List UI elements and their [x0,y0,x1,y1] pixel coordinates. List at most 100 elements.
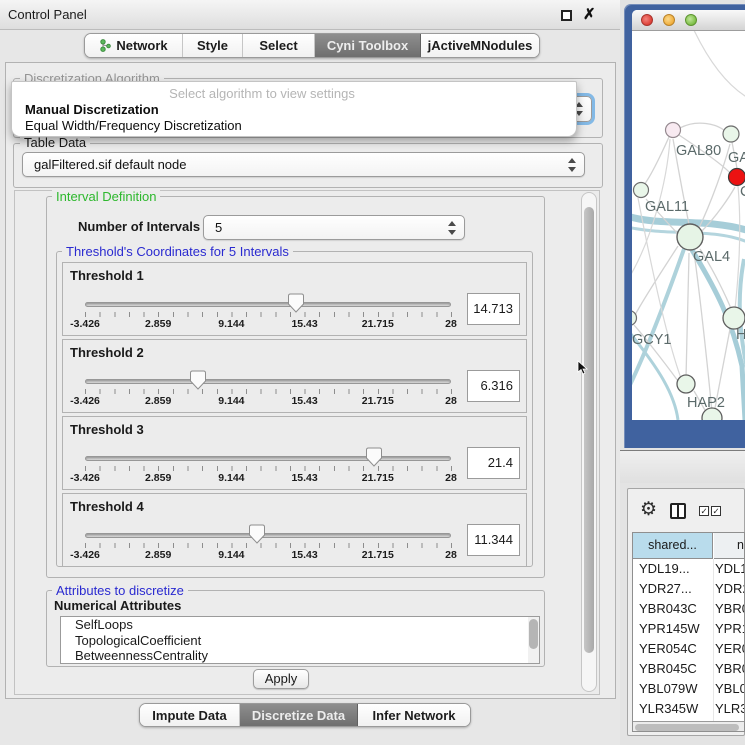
network-node-gal11[interactable] [634,183,649,198]
minimize-traffic-light[interactable] [663,14,675,26]
threshold-3-slider-track[interactable] [85,456,451,461]
tab-impute-data[interactable]: Impute Data [140,704,240,726]
network-canvas[interactable]: GAL80 GA C GAL11 GAL4 GCY1 H HAP2 [632,31,745,420]
threshold-4-slider-track[interactable] [85,533,451,538]
table-row[interactable]: YBL079W YBL0 [633,679,745,699]
cell-name[interactable]: YDR2 [715,579,745,599]
threshold-1-slider-track[interactable] [85,302,451,307]
list-scrollbar[interactable] [528,617,539,663]
cell-shared-name[interactable]: YPR145W [639,619,700,639]
cell-shared-name[interactable]: YBR043C [639,599,697,619]
horizontal-scrollbar-thumb[interactable] [635,724,739,731]
tab-cyni-toolbox[interactable]: Cyni Toolbox [315,34,421,57]
float-window-icon[interactable] [561,10,572,21]
tab-style[interactable]: Style [183,34,243,57]
tab-network[interactable]: Network [85,34,183,57]
scrollbar-thumb[interactable] [584,207,594,653]
checkbox-icon[interactable]: ✓ [711,506,721,516]
threshold-3-slider-thumb[interactable] [366,447,383,467]
number-of-intervals-value: 5 [215,216,222,240]
horizontal-scrollbar[interactable] [633,721,745,732]
cell-name[interactable]: YER0 [715,639,745,659]
threshold-1-value-field[interactable]: 14.713 [467,293,520,325]
node-label-h: H [736,327,745,343]
close-icon[interactable]: ✗ [583,4,596,26]
attribute-list-item[interactable]: TopologicalCoefficient [61,633,539,649]
threshold-3-value-field[interactable]: 21.4 [467,447,520,479]
cell-name[interactable]: YBR0 [715,659,745,679]
threshold-2-slider-thumb[interactable] [190,370,207,390]
cell-shared-name[interactable]: YLR345W [639,699,698,719]
dropdown-option-equal-width-frequency[interactable]: Equal Width/Frequency Discretization [25,118,242,133]
cell-name[interactable]: YPR1 [715,619,745,639]
cell-shared-name[interactable]: YDR27... [639,579,692,599]
panel-title: Control Panel [8,0,87,30]
node-attribute-table: shared... na YDL19... YDL1 YDR27... YDR2… [632,532,745,732]
network-node-gal4[interactable] [677,224,703,250]
table-row[interactable]: YLR345W YLR3 [633,699,745,719]
table-row[interactable]: YDR27... YDR2 [633,579,745,599]
cell-name[interactable]: YLR3 [715,699,745,719]
network-node-right-mid[interactable] [723,307,745,329]
table-row[interactable]: YBR043C YBR0 [633,599,745,619]
threshold-4-value-field[interactable]: 11.344 [467,524,520,556]
table-row[interactable]: YER054C YER0 [633,639,745,659]
zoom-traffic-light[interactable] [685,14,697,26]
tab-discretize-data[interactable]: Discretize Data [240,704,358,726]
network-node-hap2[interactable] [677,375,695,393]
network-window-titlebar[interactable] [632,10,745,31]
network-edge [680,123,725,131]
table-data-combobox[interactable]: galFiltered.sif default node [22,152,585,177]
attribute-list-item[interactable]: BetweennessCentrality [61,648,539,664]
cell-shared-name[interactable]: YBR045C [639,659,697,679]
table-data-value: galFiltered.sif default node [34,153,186,177]
tab-infer-network-label: Infer Network [372,708,455,723]
combo-stepper-icon [447,221,456,235]
column-header-shared-name[interactable]: shared... [633,533,713,559]
node-label-c: C [740,184,745,200]
slider-ticks [85,543,452,548]
tick-label: 21.715 [362,318,394,330]
threshold-2-slider-track[interactable] [85,379,451,384]
threshold-1-slider-thumb[interactable] [288,293,305,313]
network-node-gal80[interactable] [666,123,681,138]
slider-tick-labels: -3.426 2.859 9.144 15.43 21.715 28 [85,318,451,331]
close-traffic-light[interactable] [641,14,653,26]
tick-label: -3.426 [70,318,100,330]
apply-button[interactable]: Apply [253,669,309,689]
attribute-list-item[interactable]: SelfLoops [61,617,539,633]
slider-tick-labels: -3.426 2.859 9.144 15.43 21.715 28 [85,395,451,408]
tab-jactivemnodules-label: jActiveMNodules [428,38,533,53]
network-node-selected-red[interactable] [729,169,745,186]
list-scrollbar-thumb[interactable] [529,619,538,649]
cell-name[interactable]: YBR0 [715,599,745,619]
column-header-name[interactable]: na [714,533,745,559]
number-of-intervals-label: Number of Intervals [78,219,200,234]
settings-gear-icon[interactable]: ⚙ [640,500,657,519]
thresholds-group-title: Threshold's Coordinates for 5 Intervals [62,244,293,259]
vertical-scrollbar[interactable] [581,192,597,692]
numerical-attributes-list[interactable]: SelfLoopsTopologicalCoefficientBetweenne… [60,616,540,664]
table-row[interactable]: YDL19... YDL1 [633,559,745,579]
table-row[interactable]: YBR045C YBR0 [633,659,745,679]
cell-shared-name[interactable]: YER054C [639,639,697,659]
checkbox-icon[interactable]: ✓ [699,506,709,516]
top-tab-bar: Network Style Select Cyni Toolbox jActiv… [84,33,540,58]
cell-shared-name[interactable]: YBL079W [639,679,698,699]
table-row[interactable]: YPR145W YPR1 [633,619,745,639]
cell-shared-name[interactable]: YDL19... [639,559,690,579]
threshold-3-label: Threshold 3 [70,422,144,437]
network-node-top-right[interactable] [723,126,739,142]
tab-infer-network[interactable]: Infer Network [358,704,470,726]
slider-ticks [85,312,452,317]
cell-name[interactable]: YDL1 [715,559,745,579]
threshold-2-value-field[interactable]: 6.316 [467,370,520,402]
threshold-4-slider-thumb[interactable] [249,524,266,544]
tab-select[interactable]: Select [243,34,315,57]
tab-jactivemnodules[interactable]: jActiveMNodules [421,34,539,57]
split-columns-icon[interactable] [670,503,686,519]
dropdown-option-manual-discretization[interactable]: Manual Discretization [25,102,159,117]
cell-name[interactable]: YBL0 [715,679,745,699]
number-of-intervals-combobox[interactable]: 5 [203,215,465,240]
tick-label: 28 [445,472,457,484]
